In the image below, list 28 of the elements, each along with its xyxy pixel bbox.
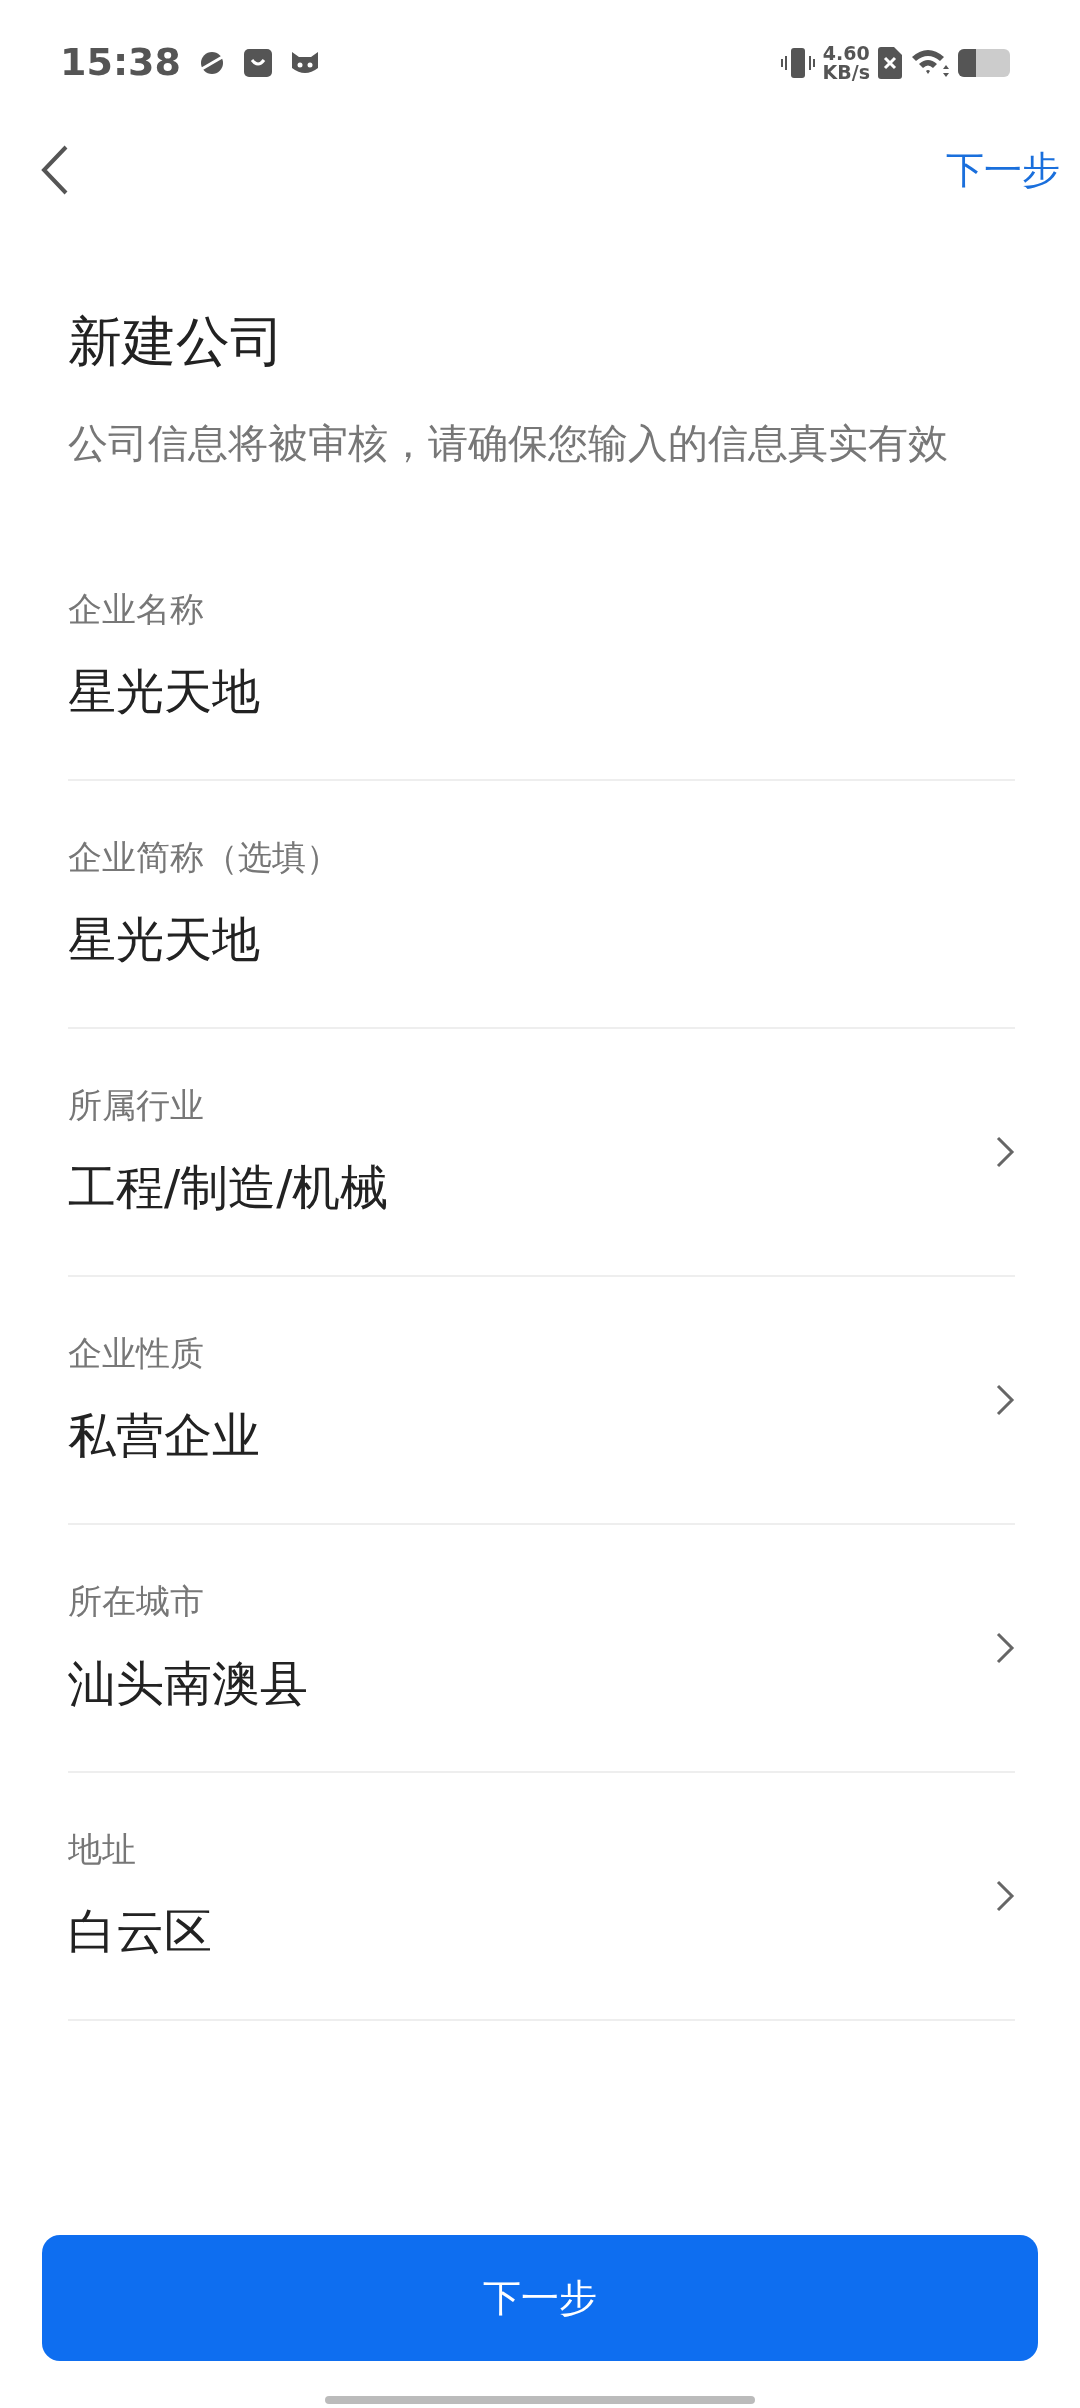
chevron-right-icon[interactable] [995, 1630, 1015, 1665]
selected-value[interactable]: 白云区 [68, 1895, 212, 1968]
shopping-bag-icon [242, 47, 273, 78]
chevron-right-icon[interactable] [995, 1382, 1015, 1417]
back-icon[interactable] [40, 144, 70, 196]
chevron-right-icon[interactable] [995, 1134, 1015, 1169]
next-link[interactable]: 下一步 [946, 141, 1060, 199]
field-label: 所属行业 [68, 1084, 205, 1128]
subtitle-text: 公司信息将被审核，请确保您输入的信息真实有效 [68, 418, 949, 468]
vibrate-icon [780, 45, 815, 80]
sim-card-icon [878, 46, 902, 79]
selected-value[interactable]: 工程/制造/机械 [68, 1151, 389, 1224]
field-label: 地址 [68, 1828, 137, 1872]
speed-value: 4.60 [822, 43, 870, 63]
next-button[interactable]: 下一步 [42, 2235, 1038, 2361]
field-label: 企业性质 [68, 1332, 205, 1376]
field-label: 企业简称（选填） [68, 836, 341, 880]
speed-unit: KB/s [822, 62, 870, 82]
chevron-right-icon[interactable] [995, 1878, 1015, 1913]
selected-value[interactable]: 汕头南澳县 [68, 1647, 308, 1720]
field-label: 企业名称 [68, 588, 205, 632]
field-label: 所在城市 [68, 1580, 205, 1624]
page-title: 新建公司 [68, 310, 285, 375]
input-field[interactable]: 星光天地 [68, 903, 868, 976]
selected-value[interactable]: 私营企业 [68, 1399, 260, 1472]
battery-icon [958, 48, 1010, 77]
clock-text: 15:38 [60, 39, 181, 86]
input-field[interactable]: 星光天地 [68, 655, 868, 728]
